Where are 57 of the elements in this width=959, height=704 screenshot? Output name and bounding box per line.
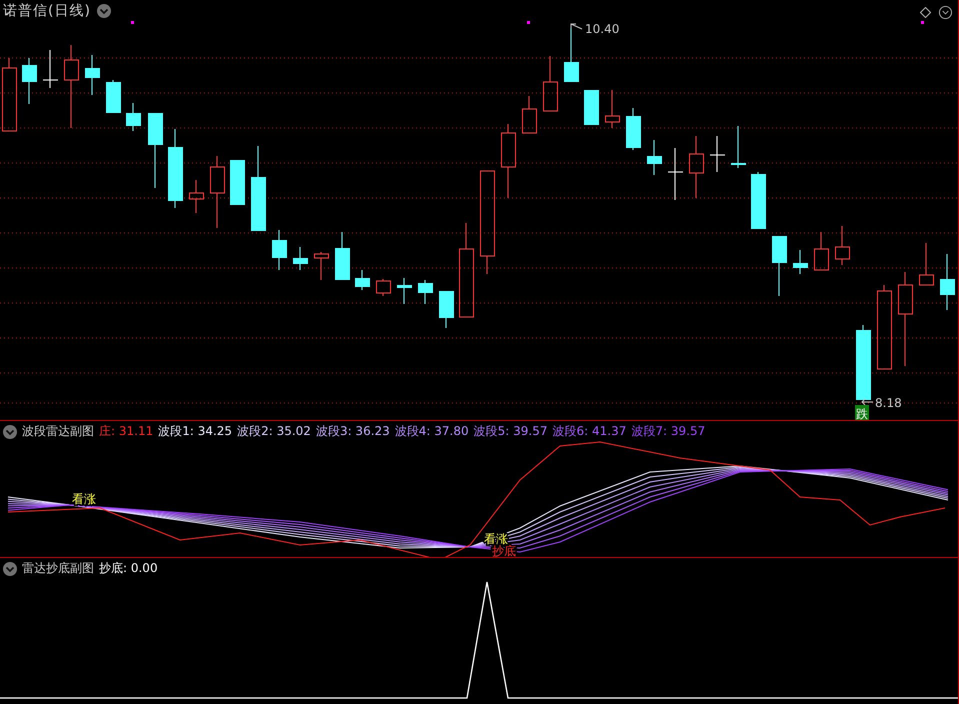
candlestick (731, 126, 746, 168)
diamond-icon[interactable] (920, 7, 931, 18)
chevron-down-icon[interactable] (3, 424, 17, 438)
signal-label: 看涨 (72, 492, 96, 506)
candlestick (793, 250, 808, 274)
candlestick (314, 252, 329, 280)
candlestick (751, 172, 766, 230)
chevron-down-icon[interactable] (96, 4, 111, 18)
candlestick (376, 278, 391, 296)
candlestick (85, 54, 100, 96)
candlestick (106, 80, 121, 114)
legend-item: 波段7: 39.57 (631, 423, 706, 440)
legend-item: 波段3: 36.23 (316, 423, 390, 440)
indicator-reading: 抄底: 0.00 (99, 560, 158, 577)
fall-badge: 跌 (855, 405, 869, 420)
candlestick (564, 28, 579, 82)
candlestick (919, 242, 934, 286)
candlestick (814, 232, 829, 270)
high-price-label: 10.40 (585, 22, 620, 36)
candlestick (584, 90, 599, 126)
low-pointer-icon (861, 398, 874, 406)
candlestick (42, 50, 58, 88)
chevron-down-icon[interactable] (939, 6, 952, 19)
candlestick (647, 140, 662, 176)
panel-title: 波段雷达副图 (22, 423, 94, 440)
candlestick (439, 290, 454, 328)
candlestick (397, 278, 412, 304)
candlestick (335, 232, 350, 280)
candlestick (126, 102, 141, 132)
candlestick (22, 58, 37, 104)
candlestick (605, 90, 620, 128)
legend-item: 波段4: 37.80 (394, 423, 469, 440)
candlestick (293, 246, 308, 270)
legend-item: 波段1: 34.25 (158, 423, 232, 440)
candlestick (940, 254, 955, 310)
chart-title: 诺普信(日线) (3, 2, 91, 20)
candlestick (355, 270, 370, 290)
candlestick (835, 226, 850, 266)
candlestick (418, 280, 433, 304)
candlestick (543, 56, 558, 112)
candlestick (189, 180, 204, 214)
chevron-down-icon[interactable] (3, 562, 17, 576)
candlestick (626, 108, 641, 150)
panel-title: 雷达抄底副图 (22, 560, 94, 577)
legend-item: 波段5: 39.57 (474, 423, 548, 440)
legend-item: 波段6: 41.37 (552, 423, 626, 440)
candlestick (668, 148, 684, 200)
candlestick (522, 96, 537, 134)
legend-item: 波段2: 35.02 (237, 423, 311, 440)
legend-item: 庄: 31.11 (99, 423, 154, 440)
low-price-label: 8.18 (875, 396, 902, 410)
candlestick (710, 136, 726, 172)
candlestick (689, 136, 704, 198)
candlestick (772, 236, 787, 296)
high-pointer-icon (570, 24, 582, 30)
candlestick (230, 160, 245, 206)
candlestick (272, 230, 287, 270)
